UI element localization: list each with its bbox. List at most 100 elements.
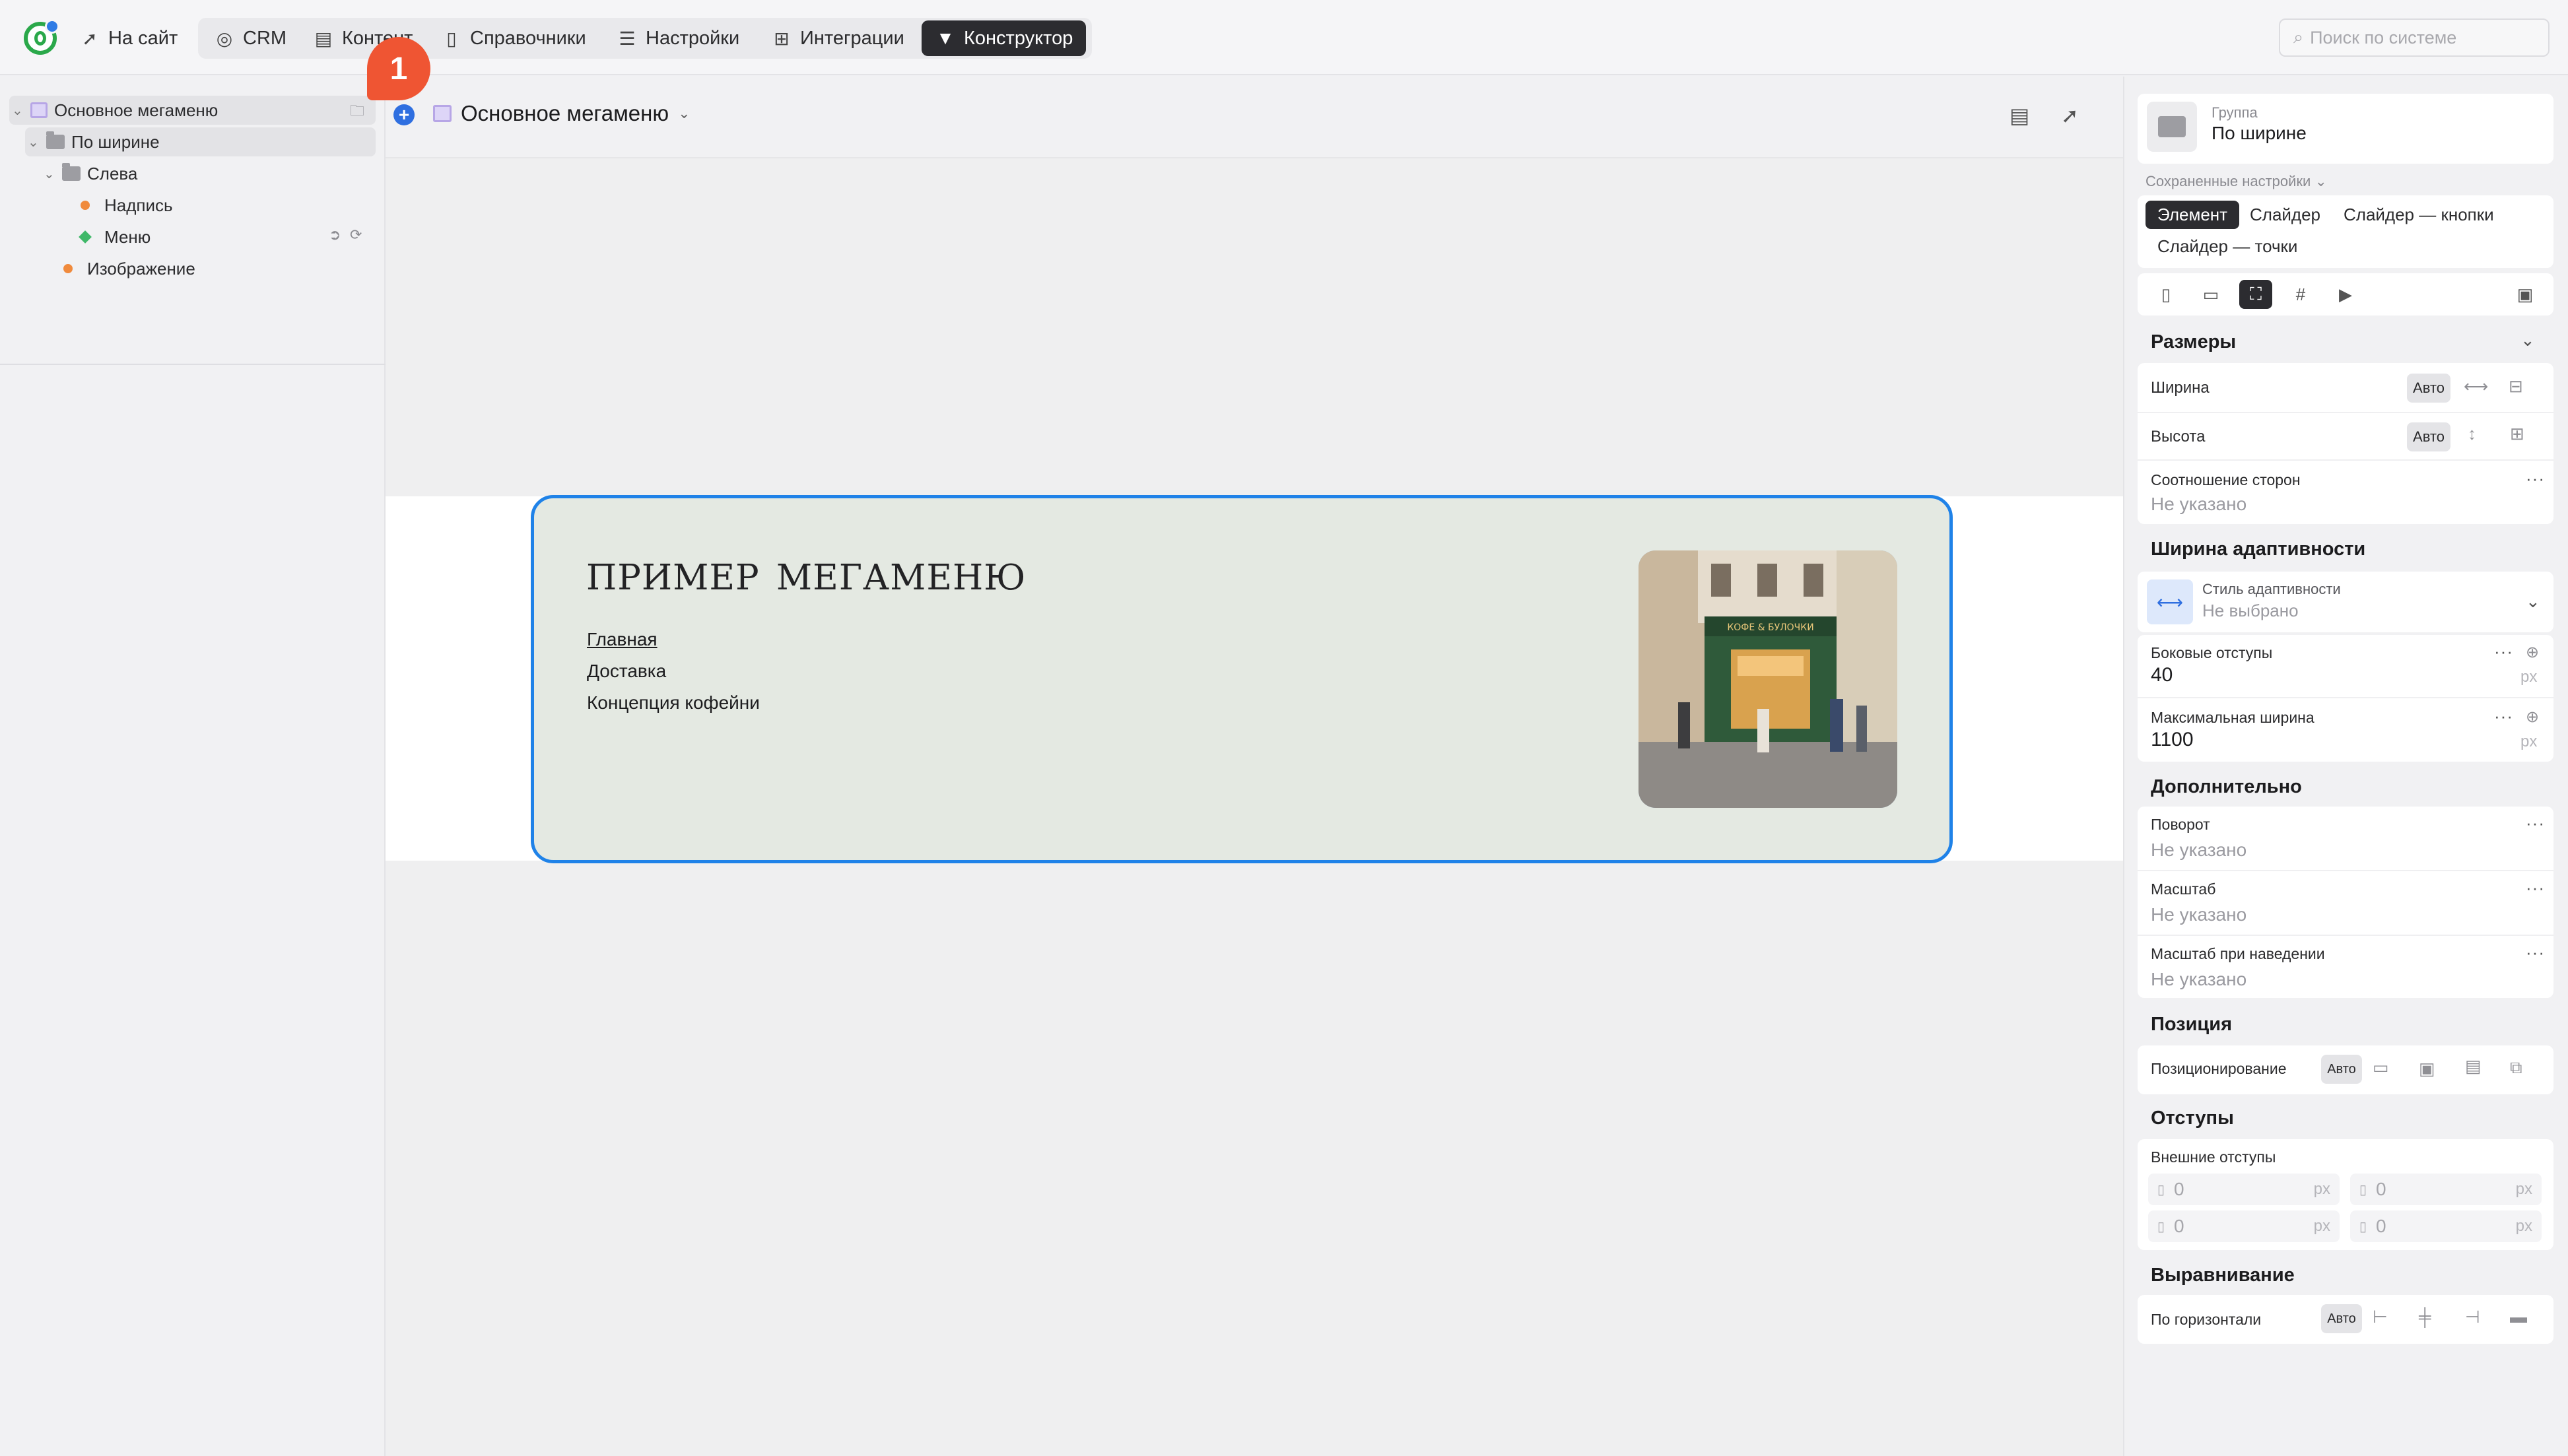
align-right-icon[interactable]: ⊣	[2465, 1307, 2480, 1327]
folder-icon	[62, 163, 81, 181]
tablet-icon[interactable]: ▭	[2194, 280, 2227, 309]
megamenu-link-concept[interactable]: Концепция кофейни	[587, 692, 760, 713]
fullscreen-icon[interactable]: ⛶	[2239, 280, 2272, 309]
preview-icon[interactable]: ▤	[2010, 103, 2029, 128]
more-icon[interactable]: ···	[2494, 642, 2513, 662]
position-auto-button[interactable]: Авто	[2321, 1055, 2362, 1084]
chevron-down-icon[interactable]: ⌄	[44, 166, 55, 182]
download-icon[interactable]: ⊕	[2526, 643, 2539, 662]
nav-settings[interactable]: ☰ Настройки	[603, 19, 753, 57]
tree-item-by-width[interactable]: ⌄ По ширине	[28, 127, 160, 156]
folder-icon	[2147, 102, 2197, 152]
app-logo-icon[interactable]	[24, 19, 59, 55]
adaptive-width-icon: ⟷	[2147, 579, 2193, 624]
max-width-value[interactable]: 1100	[2151, 729, 2194, 751]
search-input[interactable]: ⌕ Поиск по системе	[2279, 18, 2550, 57]
adaptive-style-label: Стиль адаптивности	[2202, 581, 2341, 597]
nav-integrations[interactable]: ⊞ Интеграции	[758, 19, 918, 57]
chevron-down-icon[interactable]: ⌄	[28, 134, 40, 150]
max-width-label: Максимальная ширина	[2151, 709, 2315, 726]
tab-slider[interactable]: Слайдер	[2250, 205, 2320, 225]
divider	[2138, 697, 2553, 698]
nav-references[interactable]: ▯ Справочники	[428, 19, 599, 57]
unit-px: px	[2520, 733, 2538, 750]
more-icon[interactable]: ···	[2526, 469, 2545, 489]
tab-slider-dots[interactable]: Слайдер — точки	[2157, 236, 2297, 257]
play-icon[interactable]: ▶	[2329, 280, 2362, 309]
canvas-title[interactable]: Основное мегаменю ⌄	[433, 101, 691, 126]
add-folder-icon[interactable]: 🗀	[350, 100, 364, 125]
width-auto-button[interactable]: Авто	[2407, 374, 2450, 403]
ratio-value[interactable]: Не указано	[2151, 494, 2247, 515]
structure-tree	[0, 77, 386, 1456]
position-absolute-icon[interactable]: ▣	[2419, 1059, 2435, 1079]
nav-site[interactable]: ➚ На сайт	[66, 19, 191, 57]
megamenu-link-delivery[interactable]: Доставка	[587, 661, 666, 682]
cafe-photo: КОФЕ & БУЛОЧКИ	[1639, 550, 1897, 808]
open-external-icon[interactable]: ➚	[2061, 103, 2079, 128]
margin-right-icon: ▯	[2359, 1182, 2367, 1197]
tab-element[interactable]: Элемент	[2146, 201, 2240, 229]
mobile-icon[interactable]: ▯	[2149, 280, 2182, 309]
chevron-down-icon[interactable]: ⌄	[12, 102, 24, 119]
console-icon[interactable]: ▣	[2509, 280, 2542, 309]
notification-badge: 1	[367, 37, 430, 100]
tree-item-left[interactable]: ⌄ Слева	[44, 159, 137, 188]
hover-scale-value[interactable]: Не указано	[2151, 969, 2247, 990]
grid-hash-icon[interactable]: #	[2284, 280, 2317, 309]
position-sticky-icon[interactable]: ▤	[2465, 1056, 2482, 1076]
horizontal-align-label: По горизонтали	[2151, 1311, 2262, 1328]
text-element-icon	[81, 201, 90, 210]
component-icon	[30, 102, 48, 118]
nav-constructor[interactable]: ▼ Конструктор	[922, 20, 1087, 56]
position-fixed-icon[interactable]: ⧉	[2510, 1057, 2522, 1078]
more-icon[interactable]: ···	[2494, 706, 2513, 727]
more-icon[interactable]: ···	[2526, 943, 2545, 963]
section-margins: Отступы	[2151, 1108, 2234, 1129]
width-stretch-icon[interactable]: ⟷	[2464, 376, 2488, 397]
settings-sliders-icon: ☰	[619, 28, 636, 49]
position-relative-icon[interactable]: ▭	[2373, 1057, 2389, 1078]
external-link-icon: ➚	[82, 28, 98, 49]
align-auto-button[interactable]: Авто	[2321, 1304, 2362, 1333]
height-fixed-icon[interactable]: ⊞	[2510, 424, 2524, 444]
side-padding-value[interactable]: 40	[2151, 664, 2173, 686]
more-icon[interactable]: ···	[2526, 813, 2545, 834]
width-fixed-icon[interactable]: ⊟	[2509, 376, 2523, 397]
margin-bottom-field[interactable]: ▯ 0 px	[2148, 1210, 2340, 1242]
align-center-icon[interactable]: ╪	[2419, 1307, 2431, 1327]
divider	[2138, 459, 2553, 461]
sync-icon[interactable]: ⟳	[350, 226, 362, 244]
tree-item-image[interactable]: Изображение	[63, 254, 195, 283]
nav-crm[interactable]: ◎ CRM	[201, 19, 300, 57]
download-icon[interactable]: ⊕	[2526, 708, 2539, 727]
megamenu-link-home[interactable]: Главная	[587, 629, 658, 650]
divider	[2138, 935, 2553, 936]
more-icon[interactable]: ···	[2526, 878, 2545, 898]
margin-top-field[interactable]: ▯ 0 px	[2148, 1174, 2340, 1205]
chevron-down-icon[interactable]: ⌄	[2526, 591, 2540, 612]
tree-item-main-megamenu[interactable]: ⌄ Основное мегаменю	[12, 96, 218, 125]
margin-right-field[interactable]: ▯ 0 px	[2350, 1174, 2542, 1205]
margin-left-field[interactable]: ▯ 0 px	[2350, 1210, 2542, 1242]
saved-settings[interactable]: Сохраненные настройки ⌄	[2146, 173, 2327, 190]
component-icon	[433, 105, 452, 122]
section-sizes: Размеры	[2151, 331, 2237, 352]
section-extra: Дополнительно	[2151, 776, 2302, 797]
tree-item-menu[interactable]: Меню	[79, 222, 151, 251]
crm-icon: ◎	[216, 28, 233, 49]
adaptive-style-card[interactable]	[2138, 572, 2553, 632]
align-left-icon[interactable]: ⊢	[2373, 1307, 2388, 1327]
tab-slider-buttons[interactable]: Слайдер — кнопки	[2344, 205, 2494, 225]
add-element-button[interactable]: +	[393, 104, 415, 125]
search-icon: ⌕	[2293, 27, 2304, 47]
rotate-value[interactable]: Не указано	[2151, 840, 2247, 861]
height-stretch-icon[interactable]: ↕	[2468, 424, 2476, 444]
align-stretch-icon[interactable]: ▬	[2510, 1307, 2527, 1327]
tree-item-label[interactable]: Надпись	[81, 191, 173, 220]
scale-value[interactable]: Не указано	[2151, 904, 2247, 925]
section-position: Позиция	[2151, 1014, 2232, 1035]
height-auto-button[interactable]: Авто	[2407, 422, 2450, 451]
chevron-down-icon[interactable]: ⌄	[2520, 330, 2535, 350]
go-to-icon[interactable]: ➲	[329, 226, 341, 244]
